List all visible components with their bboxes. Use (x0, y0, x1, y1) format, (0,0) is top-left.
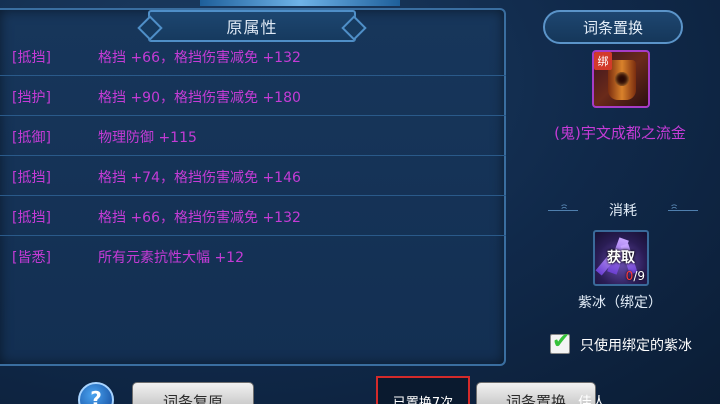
equipment-item-icon[interactable]: 绑 (592, 50, 650, 108)
attribute-tag: [抵挡] (12, 169, 51, 186)
use-bound-only-checkbox[interactable]: ✔ (550, 329, 570, 354)
material-quantity: 0/9 (626, 269, 645, 283)
use-bound-only-label: 只使用绑定的紫冰 (580, 338, 692, 354)
attribute-desc: 格挡 +90，格挡伤害减免 +180 (98, 89, 301, 106)
obtain-label: 获取 (607, 250, 635, 266)
attribute-desc: 所有元素抗性大幅 +12 (98, 250, 244, 266)
checkmark-icon: ✔ (552, 329, 571, 354)
replaced-count-label: 已置换7次 (376, 376, 470, 404)
material-name: 紫冰（绑定） (578, 295, 662, 311)
attribute-desc: 格挡 +66，格挡伤害减免 +132 (98, 49, 301, 66)
attribute-tag: [挡护] (12, 89, 51, 106)
consume-label: 消耗 (609, 203, 637, 219)
attribute-tag: [皆悉] (12, 250, 51, 266)
original-attributes-title: 原属性 (226, 18, 278, 37)
attribute-desc: 格挡 +74，格挡伤害减免 +146 (98, 169, 301, 186)
attribute-row: [挡护] 格挡 +90，格挡伤害减免 +180 (0, 78, 506, 116)
restore-attribute-button[interactable]: 词条复原 (132, 382, 254, 404)
divider-line (548, 210, 578, 211)
material-need: /9 (633, 269, 645, 283)
goblet-icon (608, 60, 636, 100)
bound-badge: 绑 (594, 52, 612, 70)
attribute-desc: 格挡 +66，格挡伤害减免 +132 (98, 209, 301, 226)
consume-header: ꩰ 消耗 ꩰ (548, 199, 698, 221)
attribute-row: [抵御] 物理防御 +115 (0, 118, 506, 156)
attribute-tag: [抵御] (12, 129, 51, 146)
attribute-row: [抵挡] 格挡 +66，格挡伤害减免 +132 (0, 38, 506, 76)
bottom-tip-text: 佳人 (578, 395, 606, 404)
top-strip (200, 0, 400, 6)
equipment-item-name: (鬼)宇文成都之流金 (554, 124, 686, 142)
attribute-tag: [抵挡] (12, 49, 51, 66)
divider-line (668, 210, 698, 211)
attribute-row: [抵挡] 格挡 +74，格挡伤害减免 +146 (0, 158, 506, 196)
attribute-row: [抵挡] 格挡 +66，格挡伤害减免 +132 (0, 198, 506, 236)
purple-ice-material-icon[interactable]: 获取 0/9 (593, 230, 649, 286)
attribute-tag: [抵挡] (12, 209, 51, 226)
attribute-desc: 物理防御 +115 (98, 129, 197, 146)
attribute-row: [皆悉] 所有元素抗性大幅 +12 (0, 238, 506, 276)
attribute-replace-title: 词条置换 (543, 10, 683, 44)
